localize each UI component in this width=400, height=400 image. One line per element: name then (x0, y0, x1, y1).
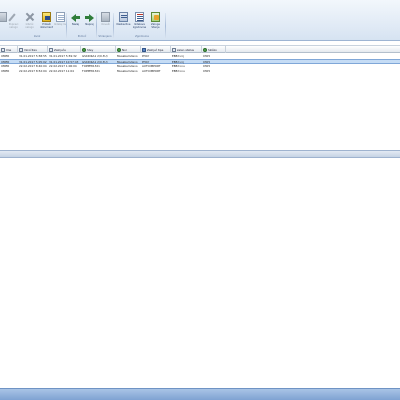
pencil-icon (9, 12, 18, 22)
refresh-button[interactable]: Osveži (99, 12, 112, 34)
cell-finished: 22.02.2017 11:04 (49, 69, 74, 73)
settings-button[interactable]: Nastavitve (117, 12, 130, 34)
history-list-icon (135, 12, 144, 22)
edit-task-button[interactable]: Popravi nalogo (7, 12, 20, 34)
history-button[interactable]: Izdelava zgodovine (133, 12, 146, 34)
group-label-export: Izvoz (33, 35, 41, 38)
ribbon-toolbar: Popravi nalogo Izbriši nalogo Prikaži do… (0, 0, 400, 41)
cell-green-status: EBB:t.inu (172, 69, 185, 73)
panel-splitter[interactable] (0, 150, 400, 158)
back-arrow-icon (71, 12, 80, 22)
column-header-green-status[interactable]: zelen status (171, 46, 202, 53)
group-label-help: Pomoč (77, 35, 87, 38)
delete-icon (25, 12, 34, 22)
stock-icon (151, 12, 160, 22)
group-label-saved: Shranjeno (98, 35, 112, 38)
cell-count: 0305 (203, 69, 211, 73)
column-header-status[interactable]: Stey (81, 46, 116, 53)
status-icon (82, 47, 86, 52)
column-header-count[interactable]: Skiško (202, 46, 226, 53)
document-icon (49, 47, 53, 52)
edit-icon (0, 12, 7, 22)
group-separator (165, 13, 166, 39)
table-row[interactable]: UMER 22.02.2017 8:52:04 22.02.2017 11:04… (0, 69, 400, 74)
column-header-name[interactable]: Ime (0, 46, 18, 53)
status-icon (203, 47, 207, 52)
grid-header: Ime Vzročitev Zaključe Stey Nor Zaključ … (0, 45, 400, 53)
type-icon (142, 47, 146, 52)
document-icon (172, 47, 176, 52)
group-label-history: Zgodovina (135, 35, 149, 38)
cell-name: UMER (1, 69, 10, 73)
forward-button[interactable]: Naprej (83, 12, 96, 34)
group-separator (66, 13, 67, 39)
show-document-icon (42, 12, 51, 22)
column-icon (1, 47, 5, 52)
delete-task-button[interactable]: Izbriši nalogo (23, 12, 36, 34)
status-bar (0, 388, 400, 400)
cell-type: Musabemdeno (117, 69, 138, 73)
column-header-created[interactable]: Vzročitev (18, 46, 48, 53)
column-header-finish-type[interactable]: Zaključ tipe (141, 46, 171, 53)
stock-button[interactable]: Zaloge Stanje (149, 12, 162, 34)
back-button[interactable]: Nazaj (69, 12, 82, 34)
forward-arrow-icon (85, 12, 94, 22)
column-header-finished[interactable]: Zaključe (48, 46, 81, 53)
settings-card-icon (119, 12, 128, 22)
cell-created: 22.02.2017 8:52:04 (19, 69, 47, 73)
document-icon (19, 47, 23, 52)
cell-finish-type: AUTOIMPORT (142, 69, 161, 73)
refresh-icon (101, 12, 110, 22)
create-list-icon (56, 12, 65, 22)
status-icon (117, 47, 121, 52)
show-document-button[interactable]: Prikaži dokument (40, 12, 53, 34)
group-separator (113, 13, 114, 39)
column-header-type[interactable]: Nor (116, 46, 141, 53)
cell-status: TOPPE81321 (82, 69, 100, 73)
